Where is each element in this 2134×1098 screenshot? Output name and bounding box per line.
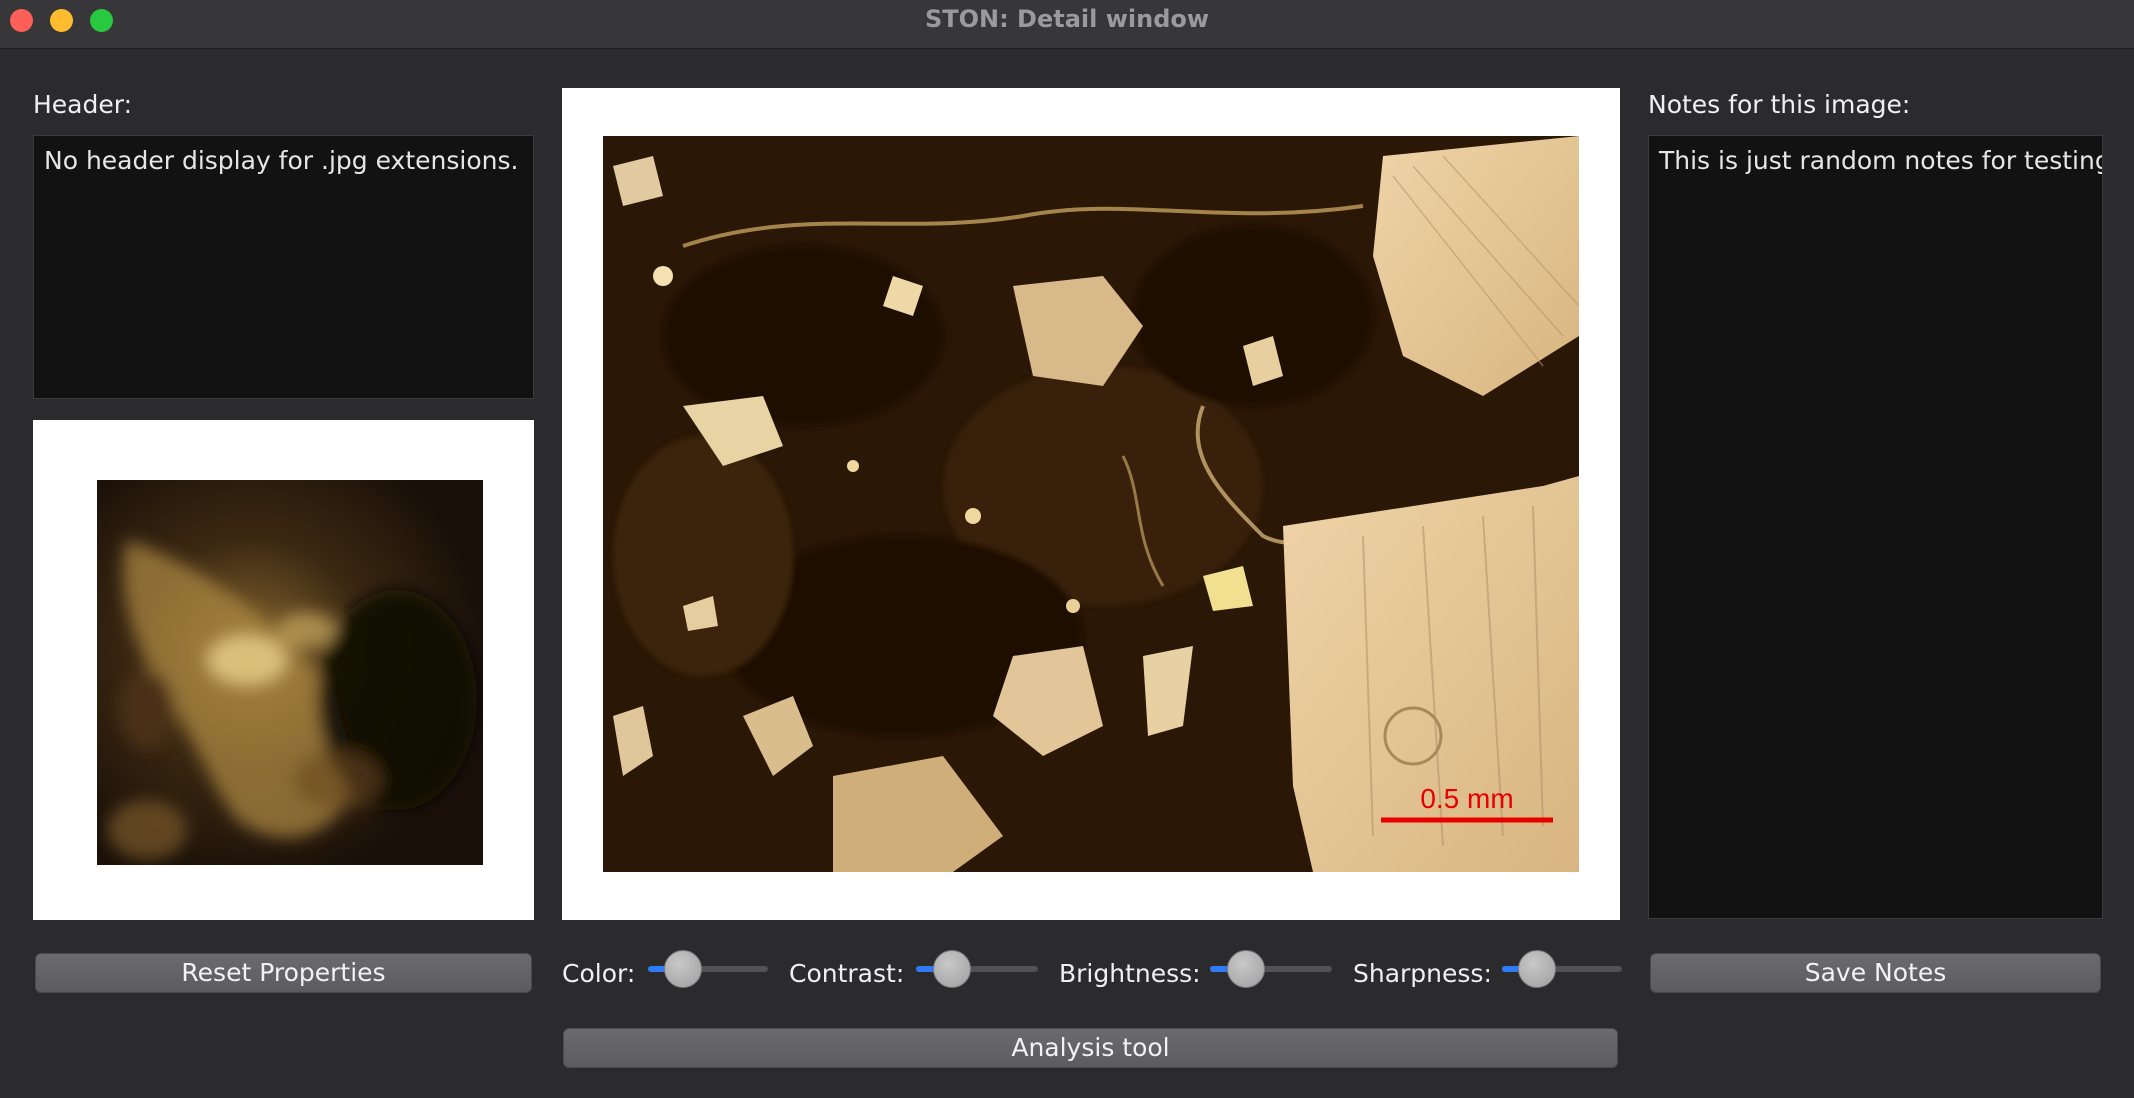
color-slider-label: Color: (562, 959, 636, 988)
sharpness-slider-label: Sharpness: (1353, 959, 1492, 988)
sharpness-slider-thumb[interactable] (1518, 950, 1556, 988)
main-image-panel: 0.5 mm (562, 88, 1620, 920)
thumbnail-panel (33, 420, 534, 920)
header-label: Header: (33, 90, 133, 119)
brightness-slider-thumb[interactable] (1227, 950, 1265, 988)
contrast-slider-thumb[interactable] (933, 950, 971, 988)
notes-label: Notes for this image: (1648, 90, 1911, 119)
notes-text-area[interactable]: This is just random notes for testing (1648, 135, 2103, 919)
save-notes-button[interactable]: Save Notes (1650, 953, 2101, 993)
notes-text: This is just random notes for testing (1659, 146, 2103, 175)
contrast-slider-label: Contrast: (789, 959, 905, 988)
scale-bar-label: 0.5 mm (1420, 783, 1513, 814)
reset-properties-button[interactable]: Reset Properties (35, 953, 532, 993)
title-bar: STON: Detail window (0, 0, 2134, 49)
color-slider-thumb[interactable] (664, 950, 702, 988)
header-text-box[interactable]: No header display for .jpg extensions. (33, 135, 534, 399)
brightness-slider-label: Brightness: (1059, 959, 1201, 988)
zoom-preview-image[interactable] (97, 480, 483, 865)
header-text: No header display for .jpg extensions. (44, 146, 519, 175)
analysis-tool-button[interactable]: Analysis tool (563, 1028, 1618, 1068)
micrograph-image[interactable]: 0.5 mm (603, 136, 1579, 872)
window-title: STON: Detail window (924, 5, 1210, 33)
